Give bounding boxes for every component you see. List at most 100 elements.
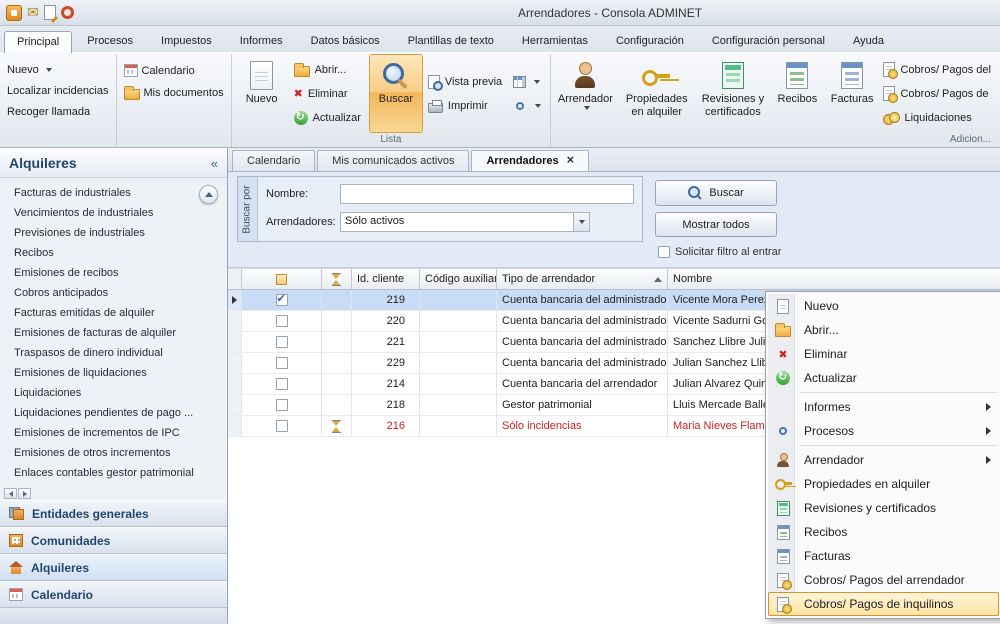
scroll-right-icon[interactable] <box>18 488 31 499</box>
nav-item-facturas-industriales[interactable]: Facturas de industriales <box>0 183 227 203</box>
doc-tab-arrendadores[interactable]: Arrendadores <box>471 150 589 171</box>
scroll-left-icon[interactable] <box>4 488 17 499</box>
nuevo-button[interactable]: Nuevo <box>235 54 289 133</box>
nombre-input[interactable] <box>340 184 634 204</box>
solicitar-filtro-checkbox[interactable]: Solicitar filtro al entrar <box>658 246 781 258</box>
cobros-pagos-del-button[interactable]: Cobros/ Pagos del <box>880 59 997 81</box>
header-status-column[interactable] <box>322 268 352 290</box>
scroll-up-button[interactable] <box>199 185 218 204</box>
ribbon-tab-procesos[interactable]: Procesos <box>74 30 146 52</box>
liquidaciones-button[interactable]: Liquidaciones <box>880 107 997 129</box>
ribbon-tab-ayuda[interactable]: Ayuda <box>840 30 897 52</box>
section-calendario[interactable]: Calendario <box>0 581 227 608</box>
menu-item-eliminar[interactable]: Eliminar <box>768 342 999 366</box>
app-icon[interactable] <box>6 5 22 21</box>
nav-item-emisiones-recibos[interactable]: Emisiones de recibos <box>0 263 227 283</box>
menu-item-actualizar[interactable]: Actualizar <box>768 366 999 390</box>
ribbon-tab-herramientas[interactable]: Herramientas <box>509 30 601 52</box>
cell-id: 219 <box>352 290 420 311</box>
recibos-button[interactable]: Recibos <box>771 54 824 133</box>
document-edit-icon[interactable] <box>44 5 56 20</box>
nav-item-enlaces-contables[interactable]: Enlaces contables gestor patrimonial <box>0 463 227 483</box>
facturas-button[interactable]: Facturas <box>826 54 879 133</box>
mis-documentos-button[interactable]: Mis documentos <box>120 85 228 101</box>
recoger-llamada-button[interactable]: Recoger llamada <box>3 105 113 119</box>
section-alquileres[interactable]: Alquileres <box>0 554 227 581</box>
header-select-column[interactable] <box>242 268 322 290</box>
nav-item-liquidaciones-pendientes[interactable]: Liquidaciones pendientes de pago ... <box>0 403 227 423</box>
nav-item-emisiones-facturas[interactable]: Emisiones de facturas de alquiler <box>0 323 227 343</box>
calendario-button[interactable]: Calendario <box>120 63 228 78</box>
ribbon-group-quick: Nuevo Localizar incidencias Recoger llam… <box>0 54 117 147</box>
row-checkbox[interactable] <box>276 294 288 306</box>
vista-previa-button[interactable]: Vista previa <box>425 71 508 93</box>
menu-item-facturas[interactable]: Facturas <box>768 544 999 568</box>
doc-tab-calendario[interactable]: Calendario <box>232 150 315 171</box>
header-nombre[interactable]: Nombre <box>668 268 1000 290</box>
nav-item-vencimientos-industriales[interactable]: Vencimientos de industriales <box>0 203 227 223</box>
row-checkbox[interactable] <box>276 336 288 348</box>
close-icon[interactable] <box>567 155 575 167</box>
actualizar-button[interactable]: Actualizar <box>291 107 367 129</box>
nav-item-liquidaciones[interactable]: Liquidaciones <box>0 383 227 403</box>
ribbon-tab-datos-basicos[interactable]: Datos básicos <box>298 30 393 52</box>
row-checkbox[interactable] <box>276 420 288 432</box>
menu-item-cobros-inquilinos[interactable]: Cobros/ Pagos de inquilinos <box>768 592 999 616</box>
nav-item-emisiones-ipc[interactable]: Emisiones de incrementos de IPC <box>0 423 227 443</box>
section-comunidades[interactable]: Comunidades <box>0 527 227 554</box>
row-checkbox[interactable] <box>276 378 288 390</box>
menu-item-recibos[interactable]: Recibos <box>768 520 999 544</box>
row-checkbox[interactable] <box>276 399 288 411</box>
revisiones-certificados-button[interactable]: Revisiones y certificados <box>697 54 769 133</box>
propiedades-en-alquiler-button[interactable]: Propiedades en alquiler <box>619 54 695 133</box>
doc-tab-comunicados[interactable]: Mis comunicados activos <box>317 150 469 171</box>
buscar-panel-button[interactable]: Buscar <box>655 180 777 206</box>
nav-item-recibos[interactable]: Recibos <box>0 243 227 263</box>
nav-item-previsiones-industriales[interactable]: Previsiones de industriales <box>0 223 227 243</box>
ribbon-tab-configuracion-personal[interactable]: Configuración personal <box>699 30 838 52</box>
chevron-down-icon[interactable] <box>573 213 589 231</box>
nuevo-menu-button[interactable]: Nuevo <box>3 63 113 77</box>
collapse-pane-icon[interactable] <box>211 155 218 171</box>
ribbon-tab-configuracion[interactable]: Configuración <box>603 30 697 52</box>
nav-item-emisiones-otros[interactable]: Emisiones de otros incrementos <box>0 443 227 463</box>
settings-dropdown[interactable] <box>510 95 547 117</box>
abrir-button[interactable]: Abrir... <box>291 59 367 81</box>
menu-item-propiedades[interactable]: Propiedades en alquiler <box>768 472 999 496</box>
localizar-incidencias-button[interactable]: Localizar incidencias <box>3 84 113 98</box>
menu-item-cobros-arrendador[interactable]: Cobros/ Pagos del arrendador <box>768 568 999 592</box>
buscar-button[interactable]: Buscar <box>369 54 423 133</box>
select-all-checkbox-icon[interactable] <box>276 274 287 285</box>
ribbon-tab-plantillas[interactable]: Plantillas de texto <box>395 30 507 52</box>
imprimir-button[interactable]: Imprimir <box>425 95 508 117</box>
arrendadores-select[interactable]: Sólo activos <box>340 212 590 232</box>
menu-item-nuevo[interactable]: Nuevo <box>768 294 999 318</box>
arrendador-button[interactable]: Arrendador <box>554 54 616 133</box>
nav-item-emisiones-liquidaciones[interactable]: Emisiones de liquidaciones <box>0 363 227 383</box>
ribbon-tab-principal[interactable]: Principal <box>4 31 72 53</box>
menu-item-abrir[interactable]: Abrir... <box>768 318 999 342</box>
record-call-icon[interactable] <box>61 6 74 19</box>
section-entidades-generales[interactable]: Entidades generales <box>0 500 227 527</box>
row-checkbox[interactable] <box>276 315 288 327</box>
sidebar-hscrollbar[interactable] <box>0 487 227 500</box>
menu-item-arrendador[interactable]: Arrendador <box>768 448 999 472</box>
header-id-cliente[interactable]: Id. cliente <box>352 268 420 290</box>
header-tipo-arrendador[interactable]: Tipo de arrendador <box>497 268 668 290</box>
ribbon-tab-informes[interactable]: Informes <box>227 30 296 52</box>
mostrar-todos-button[interactable]: Mostrar todos <box>655 212 777 237</box>
nav-item-facturas-emitidas[interactable]: Facturas emitidas de alquiler <box>0 303 227 323</box>
menu-item-revisiones[interactable]: Revisiones y certificados <box>768 496 999 520</box>
nav-item-traspasos-dinero[interactable]: Traspasos de dinero individual <box>0 343 227 363</box>
eliminar-button[interactable]: Eliminar <box>291 83 367 105</box>
ribbon-tab-impuestos[interactable]: Impuestos <box>148 30 225 52</box>
row-checkbox[interactable] <box>276 357 288 369</box>
menu-item-procesos[interactable]: Procesos <box>768 419 999 443</box>
nav-item-cobros-anticipados[interactable]: Cobros anticipados <box>0 283 227 303</box>
menu-item-informes[interactable]: Informes <box>768 395 999 419</box>
header-codigo-auxiliar[interactable]: Código auxiliar <box>420 268 497 290</box>
grid-view-dropdown[interactable] <box>510 71 547 93</box>
cobros-pagos-de-button[interactable]: Cobros/ Pagos de <box>880 83 997 105</box>
checkbox-icon[interactable] <box>658 246 670 258</box>
mail-icon[interactable] <box>27 4 39 21</box>
